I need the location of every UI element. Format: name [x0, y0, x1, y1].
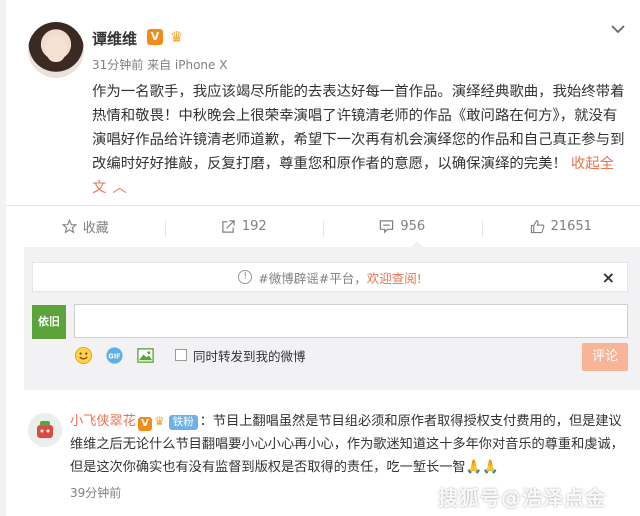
- favorite-button[interactable]: 收藏: [6, 217, 165, 236]
- verified-badge: V: [147, 29, 163, 45]
- composer-tools: GIF 同时转发到我的微博: [74, 345, 306, 365]
- current-user-avatar: 依旧: [32, 305, 66, 339]
- reply-time: 39分钟前: [70, 486, 122, 500]
- rumor-notice: ! #微博辟谣#平台， 欢迎查阅! ×: [32, 262, 628, 292]
- weibo-post-card: 谭维维 V ♛ 31分钟前 来自 iPhone X 作为一名歌手，我应该竭尽所能…: [6, 0, 640, 516]
- author-avatar[interactable]: [28, 22, 84, 78]
- forward-checkbox[interactable]: [175, 349, 187, 361]
- reply-author[interactable]: 小飞侠翠花: [70, 414, 136, 429]
- action-bar: 收藏 192 956 21651: [6, 206, 640, 246]
- image-icon[interactable]: [136, 346, 155, 365]
- favorite-label: 收藏: [82, 220, 109, 236]
- submit-comment-button[interactable]: 评论: [582, 343, 628, 371]
- repost-button[interactable]: 192: [164, 218, 324, 237]
- forward-label: 同时转发到我的微博: [193, 348, 306, 364]
- comment-input[interactable]: [74, 304, 628, 338]
- author-name[interactable]: 谭维维: [92, 28, 137, 49]
- crown-icon: ♛: [170, 28, 184, 46]
- post-body: 作为一名歌手，我应该竭尽所能的去表达好每一首作品。演绎经典歌曲，我始终带着热情和…: [92, 84, 625, 172]
- reply-avatar[interactable]: [28, 413, 62, 447]
- fan-badge: 铁粉: [168, 415, 198, 430]
- watermark: 搜狐号@浩泽点金: [438, 486, 606, 510]
- comment-count: 956: [400, 218, 426, 234]
- comment-icon: [380, 219, 394, 234]
- post-text: 作为一名歌手，我应该竭尽所能的去表达好每一首作品。演绎经典歌曲，我始终带着热情和…: [92, 80, 628, 200]
- crown-icon: ♛: [153, 414, 165, 428]
- notice-tag[interactable]: #微博辟谣#平台，: [258, 268, 366, 287]
- star-icon: [61, 218, 77, 233]
- post-time-source: 31分钟前 来自 iPhone X: [92, 58, 228, 72]
- info-icon: !: [238, 270, 253, 284]
- like-count: 21651: [550, 218, 592, 234]
- like-button[interactable]: 21651: [481, 218, 640, 237]
- close-icon[interactable]: ×: [602, 268, 615, 287]
- repost-count: 192: [241, 218, 267, 234]
- comment-button[interactable]: 956: [323, 218, 482, 237]
- reply-comment: 小飞侠翠花 V ♛ 铁粉 ：节目上翻唱虽然是节目组必须和原作者取得授权支付费用的，但是建…: [70, 410, 626, 479]
- emoji-icon[interactable]: [74, 346, 93, 365]
- repost-icon: [222, 219, 235, 233]
- reply-verified-badge: V: [137, 417, 152, 431]
- gif-icon[interactable]: GIF: [105, 346, 124, 365]
- chevron-down-icon[interactable]: [609, 20, 627, 38]
- notice-link[interactable]: 欢迎查阅!: [367, 268, 422, 287]
- comment-area: ! #微博辟谣#平台， 欢迎查阅! × 依旧 GIF 同时转发到我的微博 评论: [24, 247, 640, 390]
- svg-text:GIF: GIF: [108, 352, 120, 360]
- chevron-up-icon: ︿: [112, 180, 127, 196]
- like-icon: [530, 219, 544, 233]
